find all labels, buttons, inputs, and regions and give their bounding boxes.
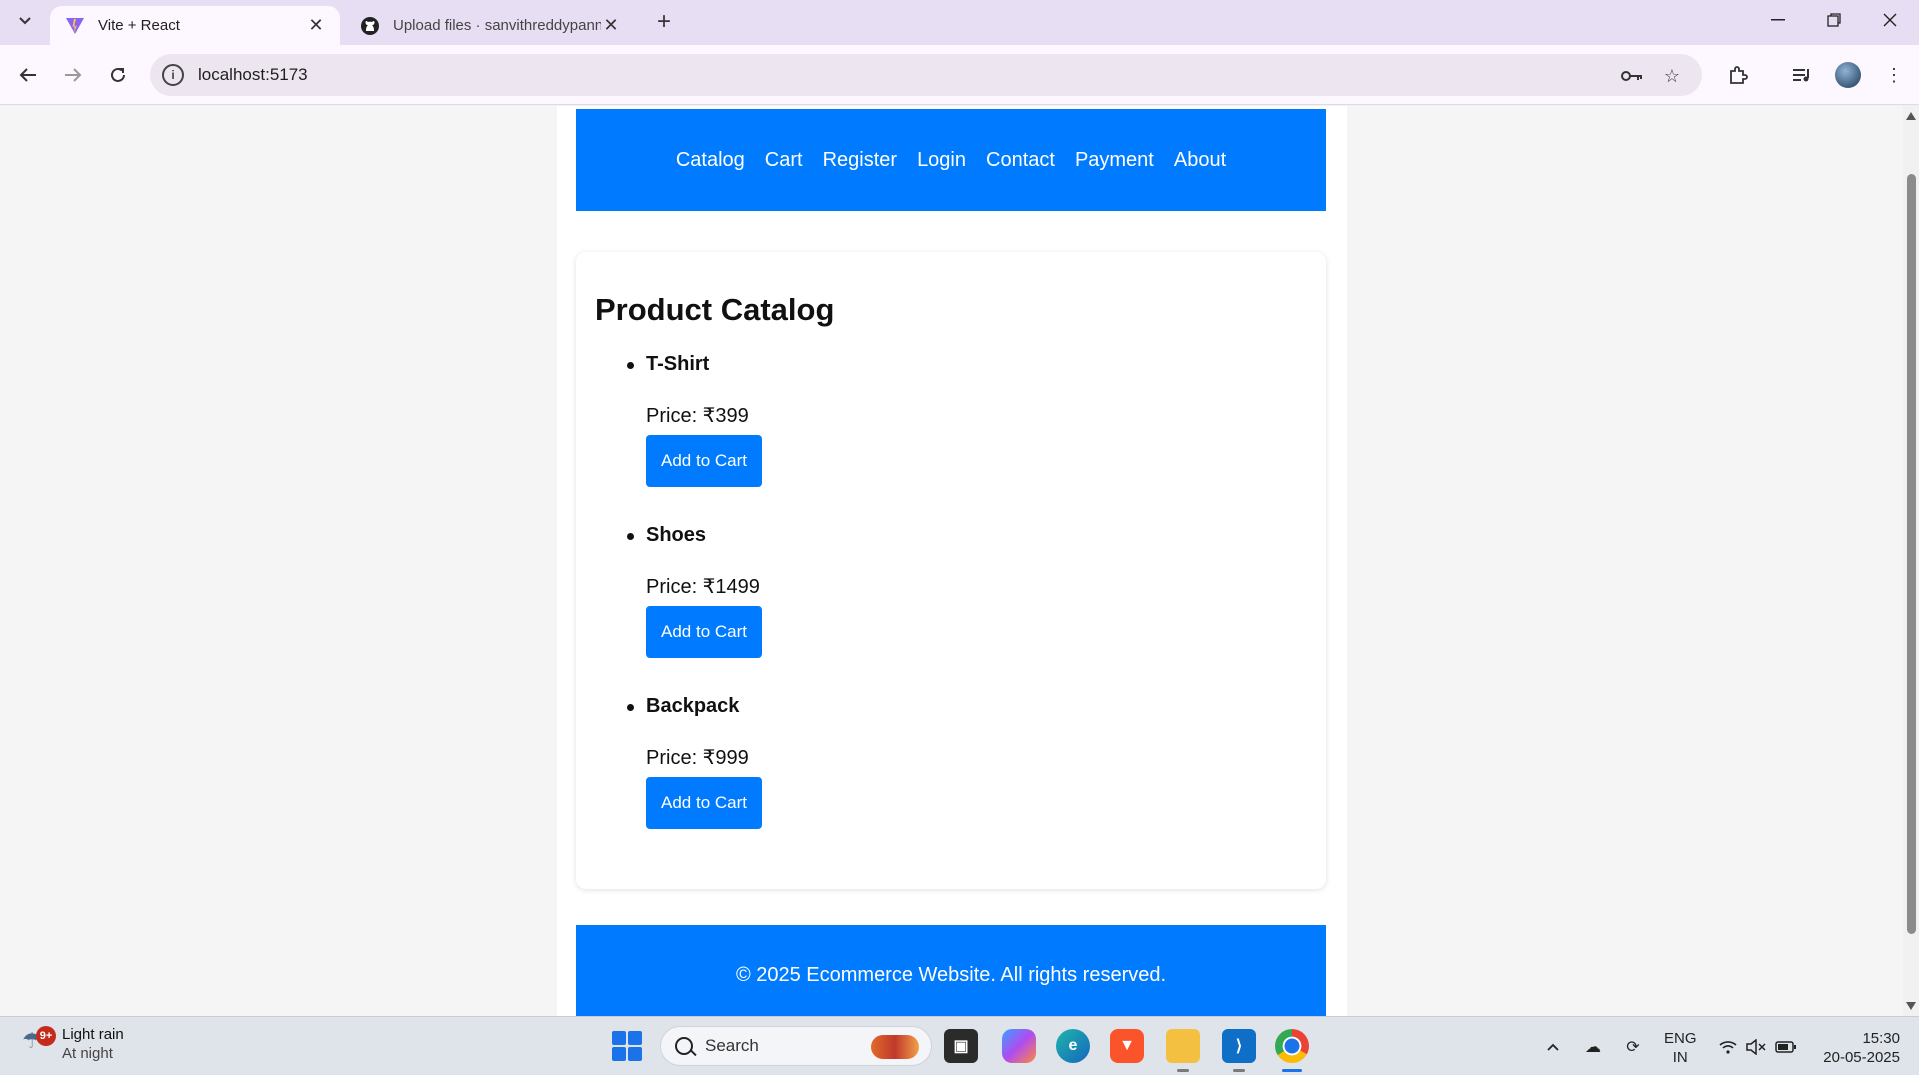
back-button[interactable] [10, 57, 46, 93]
vscode-icon[interactable]: ⟩ [1222, 1029, 1256, 1063]
extensions-icon[interactable] [1720, 57, 1756, 93]
tab-search-button[interactable] [8, 6, 42, 36]
copilot-icon[interactable] [1002, 1029, 1036, 1063]
chevron-down-icon [19, 17, 31, 25]
task-view-icon[interactable]: ▣ [944, 1029, 978, 1063]
scrollbar-thumb[interactable] [1907, 174, 1916, 934]
running-indicator [1177, 1069, 1189, 1072]
active-app-indicator [1282, 1069, 1302, 1072]
tab-upload-files[interactable]: Upload files · sanvithreddypann ✕ [345, 6, 635, 45]
clock-time: 15:30 [1862, 1030, 1900, 1047]
clock-date: 20-05-2025 [1823, 1049, 1900, 1066]
browser-tab-strip: Vite + React ✕ Upload files · sanvithred… [0, 0, 1919, 45]
close-icon[interactable]: ✕ [601, 15, 621, 36]
add-to-cart-button[interactable]: Add to Cart [646, 606, 762, 658]
add-to-cart-button[interactable]: Add to Cart [646, 777, 762, 829]
add-to-cart-button[interactable]: Add to Cart [646, 435, 762, 487]
window-close-button[interactable] [1862, 0, 1918, 40]
url-text: localhost:5173 [198, 65, 308, 84]
product-catalog-card: Product Catalog T-Shirt Price: ₹399 Add … [576, 252, 1326, 889]
product-price: Price: ₹1499 [646, 576, 760, 598]
footer-text: © 2025 Ecommerce Website. All rights res… [735, 963, 1167, 986]
language-indicator[interactable]: ENG IN [1664, 1029, 1697, 1067]
running-indicator [1233, 1069, 1245, 1072]
file-explorer-icon[interactable] [1166, 1029, 1200, 1063]
media-controls-icon[interactable] [1784, 57, 1820, 93]
site-footer: © 2025 Ecommerce Website. All rights res… [576, 925, 1326, 1016]
more-menu-icon[interactable]: ⋮ [1876, 57, 1912, 93]
language-code: ENG [1664, 1030, 1697, 1047]
close-icon[interactable]: ✕ [306, 15, 326, 36]
weather-condition: Light rain [62, 1026, 124, 1043]
forward-button[interactable] [55, 57, 91, 93]
nav-contact[interactable]: Contact [986, 149, 1055, 172]
list-bullet [627, 704, 634, 711]
nav-cart[interactable]: Cart [765, 149, 803, 172]
product-name: Shoes [646, 524, 707, 546]
address-bar[interactable]: i localhost:5173 ☆ [150, 54, 1702, 96]
chevron-up-icon[interactable] [1541, 1035, 1565, 1059]
brave-browser-icon[interactable]: ▼ [1110, 1029, 1144, 1063]
region-code: IN [1672, 1049, 1688, 1066]
arrow-right-icon [65, 68, 82, 82]
nav-login[interactable]: Login [917, 149, 966, 172]
restore-button[interactable] [1806, 0, 1862, 40]
app-container: Catalog Cart Register Login Contact Paym… [557, 106, 1347, 1016]
edge-browser-icon[interactable]: e [1056, 1029, 1090, 1063]
minimize-icon [1771, 19, 1785, 21]
list-bullet [627, 533, 634, 540]
search-icon [675, 1037, 693, 1055]
volume-muted-icon[interactable] [1744, 1035, 1768, 1059]
umbrella-rain-icon: ☂ 9+ [22, 1026, 56, 1060]
tab-title: Vite + React [98, 17, 180, 34]
chrome-browser-icon[interactable] [1275, 1029, 1309, 1063]
reload-button[interactable] [100, 57, 136, 93]
profile-avatar[interactable] [1835, 62, 1861, 88]
browser-toolbar: i localhost:5173 ☆ ⋮ [0, 45, 1919, 105]
tab-title: Upload files · sanvithreddypann [393, 17, 601, 34]
scroll-up-arrow-icon[interactable] [1906, 112, 1916, 120]
minimize-button[interactable] [1750, 0, 1806, 40]
search-placeholder: Search [705, 1036, 759, 1055]
nav-about[interactable]: About [1174, 149, 1226, 172]
search-highlight-icon [871, 1035, 919, 1059]
notification-badge: 9+ [36, 1026, 56, 1046]
tab-vite-react[interactable]: Vite + React ✕ [50, 6, 340, 45]
github-icon [359, 15, 381, 37]
list-bullet [627, 362, 634, 369]
password-key-icon[interactable] [1618, 62, 1646, 90]
page-viewport: Catalog Cart Register Login Contact Paym… [0, 106, 1903, 1016]
product-name: T-Shirt [646, 353, 710, 375]
close-icon [1883, 13, 1897, 27]
nav-register[interactable]: Register [823, 149, 897, 172]
onedrive-cloud-icon[interactable]: ☁ [1581, 1035, 1605, 1059]
bookmark-star-icon[interactable]: ☆ [1658, 62, 1686, 90]
weather-widget[interactable]: ☂ 9+ Light rain At night [22, 1025, 124, 1063]
scroll-down-arrow-icon[interactable] [1906, 1002, 1916, 1010]
taskbar-search[interactable]: Search [660, 1026, 932, 1066]
site-nav: Catalog Cart Register Login Contact Paym… [576, 109, 1326, 211]
windows-taskbar: ☂ 9+ Light rain At night Search ▣ e ▼ ⟩ … [0, 1016, 1919, 1075]
battery-icon[interactable] [1774, 1035, 1798, 1059]
windows-start-button[interactable] [612, 1031, 642, 1061]
arrow-left-icon [19, 68, 36, 82]
site-info-icon[interactable]: i [162, 64, 184, 86]
nav-catalog[interactable]: Catalog [676, 149, 745, 172]
page-title: Product Catalog [595, 292, 835, 327]
product-price: Price: ₹399 [646, 405, 749, 427]
new-tab-button[interactable]: + [650, 8, 678, 36]
weather-subtitle: At night [62, 1045, 113, 1062]
nav-payment[interactable]: Payment [1075, 149, 1154, 172]
sync-icon[interactable]: ⟳ [1621, 1035, 1645, 1059]
vertical-scrollbar[interactable] [1903, 106, 1919, 1016]
restore-icon [1827, 13, 1841, 27]
vite-logo-icon [64, 15, 86, 37]
system-clock[interactable]: 15:30 20-05-2025 [1812, 1029, 1900, 1067]
reload-icon [111, 67, 125, 82]
wifi-icon[interactable] [1716, 1035, 1740, 1059]
product-name: Backpack [646, 695, 740, 717]
product-price: Price: ₹999 [646, 747, 749, 769]
